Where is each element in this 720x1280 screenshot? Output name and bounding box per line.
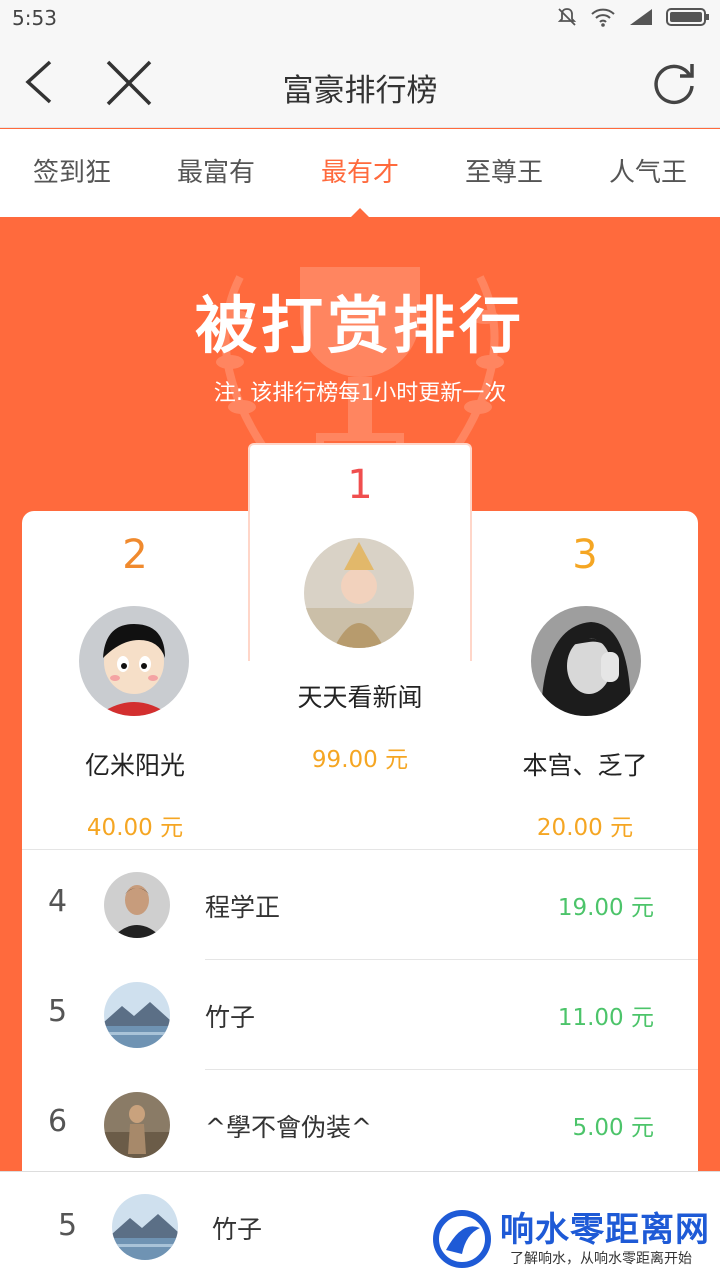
list-rank: 5 [48, 994, 68, 1029]
avatar-rank-1[interactable] [304, 538, 414, 648]
tab-richest[interactable]: 最富有 [144, 129, 288, 217]
my-rank-number: 5 [58, 1208, 78, 1243]
my-avatar[interactable] [112, 1194, 178, 1260]
refresh-button[interactable] [650, 58, 698, 106]
navigation-bar: 富豪排行榜 [0, 38, 720, 128]
amount-rank-2: 40.00 元 [86, 815, 184, 841]
ranking-list: 4 程学正 19.00 元 5 竹子 11.00 元 6 ^學不會伪装^ 5.0… [22, 849, 698, 1180]
rank-2-number: 2 [122, 532, 148, 578]
watermark-title: 响水零距离网 [500, 1210, 710, 1250]
page-title: 富豪排行榜 [282, 73, 438, 109]
update-note: 注: 该排行榜每1小时更新一次 [213, 381, 507, 406]
list-item[interactable]: 5 竹子 11.00 元 [22, 960, 698, 1070]
tab-supreme-king[interactable]: 至尊王 [432, 129, 576, 217]
list-avatar[interactable] [104, 982, 170, 1048]
tab-sign-in[interactable]: 签到狂 [0, 129, 144, 217]
list-avatar[interactable] [104, 1092, 170, 1158]
name-rank-2: 亿米阳光 [84, 751, 185, 780]
my-name: 竹子 [212, 1215, 263, 1244]
list-name: 竹子 [205, 1003, 256, 1032]
signal-icon [628, 7, 654, 31]
mute-icon [556, 6, 578, 32]
list-name: 程学正 [205, 893, 281, 922]
ranking-tabs: 签到狂 最富有 最有才 至尊王 人气王 [0, 129, 720, 218]
list-rank: 4 [48, 884, 68, 919]
tab-label: 最有才 [320, 158, 399, 188]
status-icons [556, 6, 710, 32]
status-time: 5:53 [12, 6, 57, 30]
tab-most-talented[interactable]: 最有才 [288, 129, 432, 218]
battery-icon [666, 7, 710, 31]
tab-popularity[interactable]: 人气王 [576, 129, 720, 217]
rank-3-number: 3 [572, 532, 598, 578]
amount-rank-1: 99.00 元 [311, 747, 409, 773]
list-amount: 11.00 元 [557, 1005, 654, 1031]
avatar-rank-2[interactable] [79, 606, 189, 716]
list-item[interactable]: 6 ^學不會伪装^ 5.00 元 [22, 1070, 698, 1180]
leaderboard-headline: 被打赏排行 [194, 289, 525, 362]
status-bar: 5:53 [0, 0, 720, 38]
list-avatar[interactable] [104, 872, 170, 938]
watermark-subtitle: 了解响水，从响水零距离开始 [510, 1251, 692, 1267]
list-item[interactable]: 4 程学正 19.00 元 [22, 850, 698, 960]
list-name: ^學不會伪装^ [205, 1113, 372, 1142]
amount-rank-3: 20.00 元 [536, 815, 634, 841]
watermark-logo-icon [433, 1210, 491, 1268]
rank-1-number: 1 [347, 462, 373, 508]
list-amount: 19.00 元 [557, 895, 654, 921]
list-rank: 6 [48, 1104, 68, 1139]
name-rank-3: 本宫、乏了 [522, 751, 648, 780]
wifi-icon [590, 6, 616, 32]
refresh-icon [654, 64, 694, 105]
avatar-rank-3[interactable] [531, 606, 641, 716]
list-amount: 5.00 元 [572, 1115, 654, 1141]
name-rank-1: 天天看新闻 [297, 683, 423, 712]
my-rank-bar: 5 竹子 响水零距离网 了解响水，从响水零距离开始 [0, 1171, 720, 1280]
